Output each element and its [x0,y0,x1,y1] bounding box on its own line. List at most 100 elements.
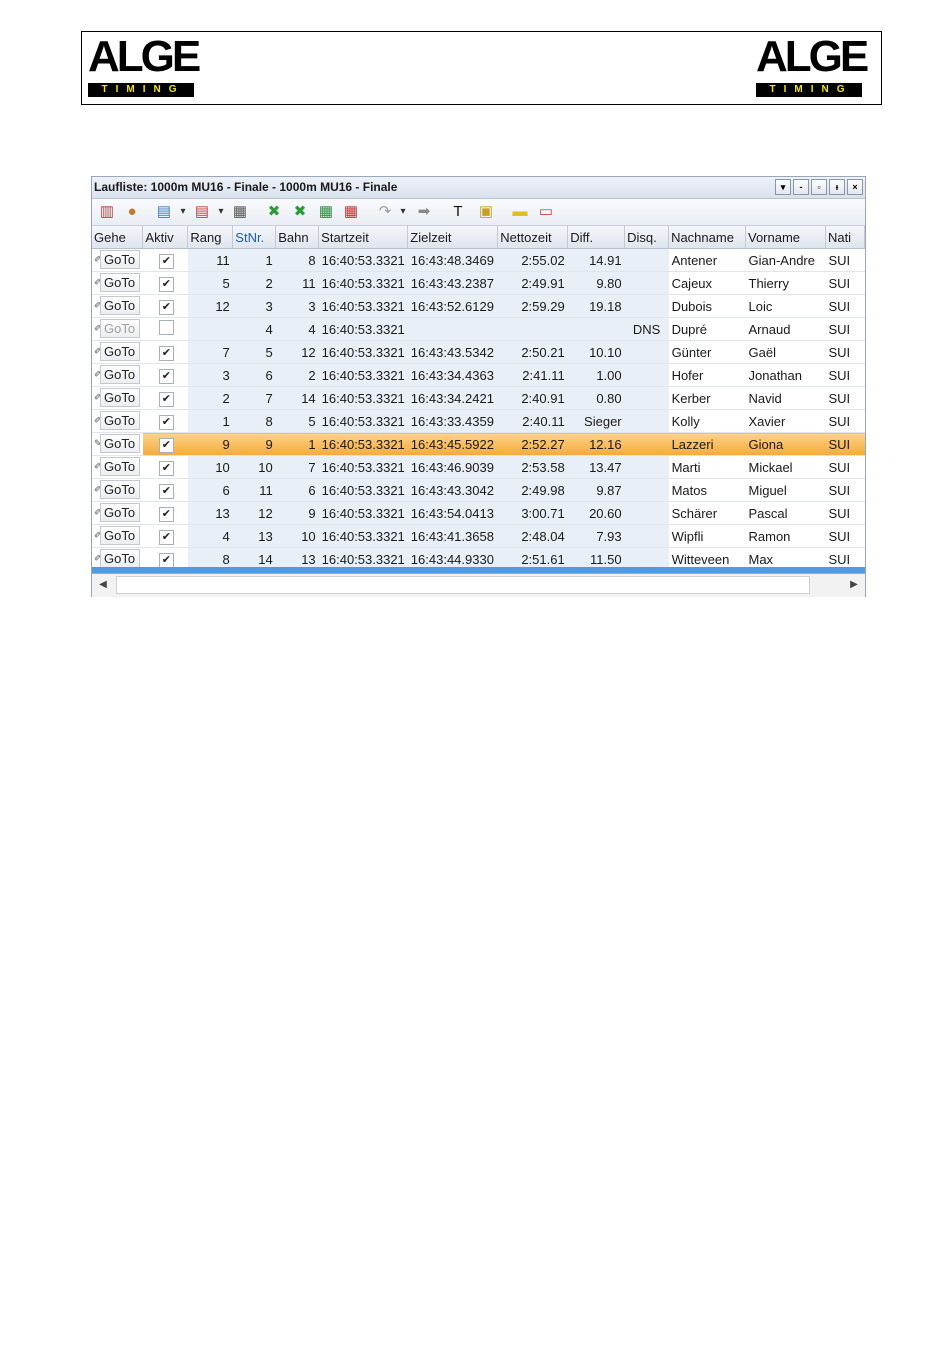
cell-ziel[interactable]: 16:43:46.9039 [407,455,498,479]
cell-rang[interactable]: 6 [187,478,233,502]
goto-button[interactable]: GoTo [100,388,140,407]
cell-stnr[interactable]: 6 [232,363,276,387]
cell-ziel[interactable]: 16:43:52.6129 [407,294,498,318]
cell-disq[interactable] [624,455,669,479]
cell-stnr[interactable]: 8 [232,409,276,433]
cell-rang[interactable]: 2 [187,386,233,410]
cell-vor[interactable]: Arnaud [745,317,826,341]
column-header-bahn[interactable]: Bahn [275,226,320,249]
aktiv-checkbox[interactable] [158,320,174,335]
cell-rang[interactable]: 3 [187,363,233,387]
cell-rang[interactable]: 11 [187,248,233,272]
aktiv-checkbox[interactable]: ✔ [158,253,174,269]
cell-disq[interactable] [624,386,669,410]
table-row[interactable]: ✐ GoTo ✔ 3 6 2 16:40:53.3321 16:43:34.4363 2:41.… [92,363,865,387]
cell-stnr[interactable]: 10 [232,455,276,479]
cell-disq[interactable] [624,524,669,548]
cell-bahn[interactable]: 2 [275,363,319,387]
cell-rang[interactable]: 4 [187,524,233,548]
table-row[interactable]: ✐ GoTo ✔ 11 1 8 16:40:53.3321 16:43:48.3469 2:55… [92,248,865,272]
cell-nati[interactable]: SUI [825,317,865,341]
cell-nach[interactable]: Hofer [668,363,746,387]
table-row[interactable]: ✐ GoTo 4 4 16:40:53.3321 DNS Dupré Arnaud SUI [92,317,865,341]
table-row[interactable]: ✐ GoTo ✔ 12 3 3 16:40:53.3321 16:43:52.6129 2:59… [92,294,865,318]
sheet-export-icon[interactable]: ▦ [341,203,361,221]
goto-button[interactable]: GoTo [100,549,140,568]
cell-nach[interactable]: Kerber [668,386,746,410]
excel-green-icon[interactable]: ✖ [264,203,284,221]
cell-start[interactable]: 16:40:53.3321 [318,386,408,410]
close-icon[interactable]: × [847,179,863,195]
cell-stnr[interactable]: 5 [232,340,276,364]
cell-bahn[interactable]: 6 [275,478,319,502]
cell-start[interactable]: 16:40:53.3321 [318,409,408,433]
cell-nach[interactable]: Marti [668,455,746,479]
cell-start[interactable]: 16:40:53.3321 [318,478,408,502]
cell-nati[interactable]: SUI [825,478,865,502]
redo-icon[interactable]: ↷ [375,203,395,221]
cell-disq[interactable] [624,340,669,364]
cell-nati[interactable]: SUI [825,340,865,364]
table-row[interactable]: ✐ GoTo ✔ 7 5 12 16:40:53.3321 16:43:43.5342 2:50… [92,340,865,364]
goto-button[interactable]: GoTo [100,365,140,384]
cell-nati[interactable]: SUI [825,524,865,548]
cell-bahn[interactable]: 1 [275,432,319,456]
cell-rang[interactable]: 10 [187,455,233,479]
cell-rang[interactable]: 5 [187,271,233,295]
cell-diff[interactable]: 9.87 [567,478,625,502]
cell-nati[interactable]: SUI [825,455,865,479]
cell-ziel[interactable]: 16:43:41.3658 [407,524,498,548]
column-header-nachname[interactable]: Nachname [668,226,746,249]
cell-nati[interactable]: SUI [825,248,865,272]
cell-stnr[interactable]: 4 [232,317,276,341]
cell-stnr[interactable]: 2 [232,271,276,295]
delete-list-icon[interactable]: ▤ [192,203,212,221]
cell-nach[interactable]: Günter [668,340,746,364]
table-row[interactable]: ✐ GoTo ✔ 2 7 14 16:40:53.3321 16:43:34.2421 2:40… [92,386,865,410]
aktiv-checkbox[interactable]: ✔ [158,391,174,407]
cell-rang[interactable]: 1 [187,409,233,433]
cell-ziel[interactable] [407,317,498,341]
aktiv-checkbox[interactable]: ✔ [158,506,174,522]
column-header-diff[interactable]: Diff. [567,226,626,249]
cell-diff[interactable]: 13.47 [567,455,625,479]
cell-disq[interactable] [624,409,669,433]
cell-bahn[interactable]: 12 [275,340,319,364]
column-header-vorname[interactable]: Vorname [745,226,826,249]
cell-ziel[interactable]: 16:43:43.3042 [407,478,498,502]
cell-ziel[interactable]: 16:43:33.4359 [407,409,498,433]
cell-netto[interactable]: 2:40.11 [497,409,568,433]
cell-diff[interactable] [567,317,625,341]
cell-stnr[interactable]: 1 [232,248,276,272]
minimize-icon[interactable]: - [793,179,809,195]
goto-button[interactable]: GoTo [100,503,140,522]
cell-bahn[interactable]: 7 [275,455,319,479]
cell-disq[interactable] [624,294,669,318]
cell-start[interactable]: 16:40:53.3321 [318,455,408,479]
cell-diff[interactable]: Sieger [567,409,625,433]
cell-netto[interactable]: 2:55.02 [497,248,568,272]
cell-nach[interactable]: Wipfli [668,524,746,548]
aktiv-checkbox[interactable]: ✔ [158,552,174,568]
cell-ziel[interactable]: 16:43:43.2387 [407,271,498,295]
cell-disq[interactable] [624,501,669,525]
aktiv-checkbox[interactable]: ✔ [158,483,174,499]
cell-stnr[interactable]: 7 [232,386,276,410]
cell-nach[interactable]: Dubois [668,294,746,318]
aktiv-checkbox[interactable]: ✔ [158,437,174,453]
cell-ziel[interactable]: 16:43:48.3469 [407,248,498,272]
cell-ziel[interactable]: 16:43:43.5342 [407,340,498,364]
cell-diff[interactable]: 10.10 [567,340,625,364]
aktiv-checkbox[interactable]: ✔ [158,276,174,292]
column-header-stnr[interactable]: StNr. [232,226,277,249]
cell-stnr[interactable]: 11 [232,478,276,502]
table-row[interactable]: ✐ GoTo ✔ 4 13 10 16:40:53.3321 16:43:41.3658 2:4… [92,524,865,548]
cell-diff[interactable]: 20.60 [567,501,625,525]
cell-vor[interactable]: Xavier [745,409,826,433]
cell-bahn[interactable]: 11 [275,271,319,295]
column-header-nettozeit[interactable]: Nettozeit [497,226,569,249]
goto-button[interactable]: GoTo [100,342,140,361]
cell-diff[interactable]: 7.93 [567,524,625,548]
goto-button[interactable]: GoTo [100,457,140,476]
cell-diff[interactable]: 12.16 [567,432,625,456]
